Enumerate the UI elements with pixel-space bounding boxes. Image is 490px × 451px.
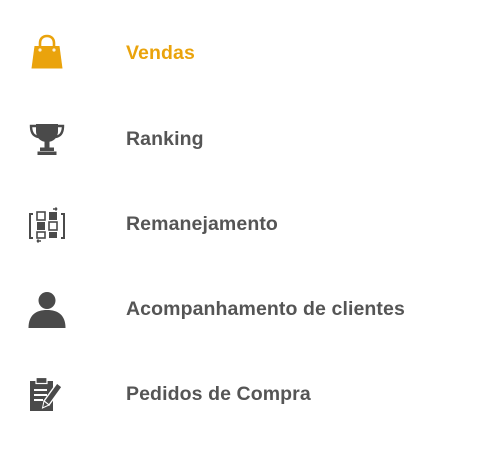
menu-item-label: Remanejamento — [126, 213, 278, 235]
trophy-icon — [27, 120, 67, 158]
swap-blocks-icon — [27, 205, 67, 243]
menu-item-label: Acompanhamento de clientes — [126, 298, 405, 320]
menu-item-acompanhamento-de-clientes[interactable]: Acompanhamento de clientes — [0, 279, 490, 339]
menu-item-label: Ranking — [126, 128, 204, 150]
clipboard-pen-icon — [27, 375, 67, 413]
person-icon — [27, 290, 67, 328]
menu-item-ranking[interactable]: Ranking — [0, 109, 490, 169]
navigation-menu: Vendas Ranking Remanejamento Acompanhame… — [0, 0, 490, 451]
menu-item-remanejamento[interactable]: Remanejamento — [0, 194, 490, 254]
menu-item-pedidos-de-compra[interactable]: Pedidos de Compra — [0, 364, 490, 424]
menu-item-label: Pedidos de Compra — [126, 383, 311, 405]
menu-item-vendas[interactable]: Vendas — [0, 23, 490, 83]
shopping-bag-icon — [27, 34, 67, 72]
menu-item-label: Vendas — [126, 42, 195, 64]
